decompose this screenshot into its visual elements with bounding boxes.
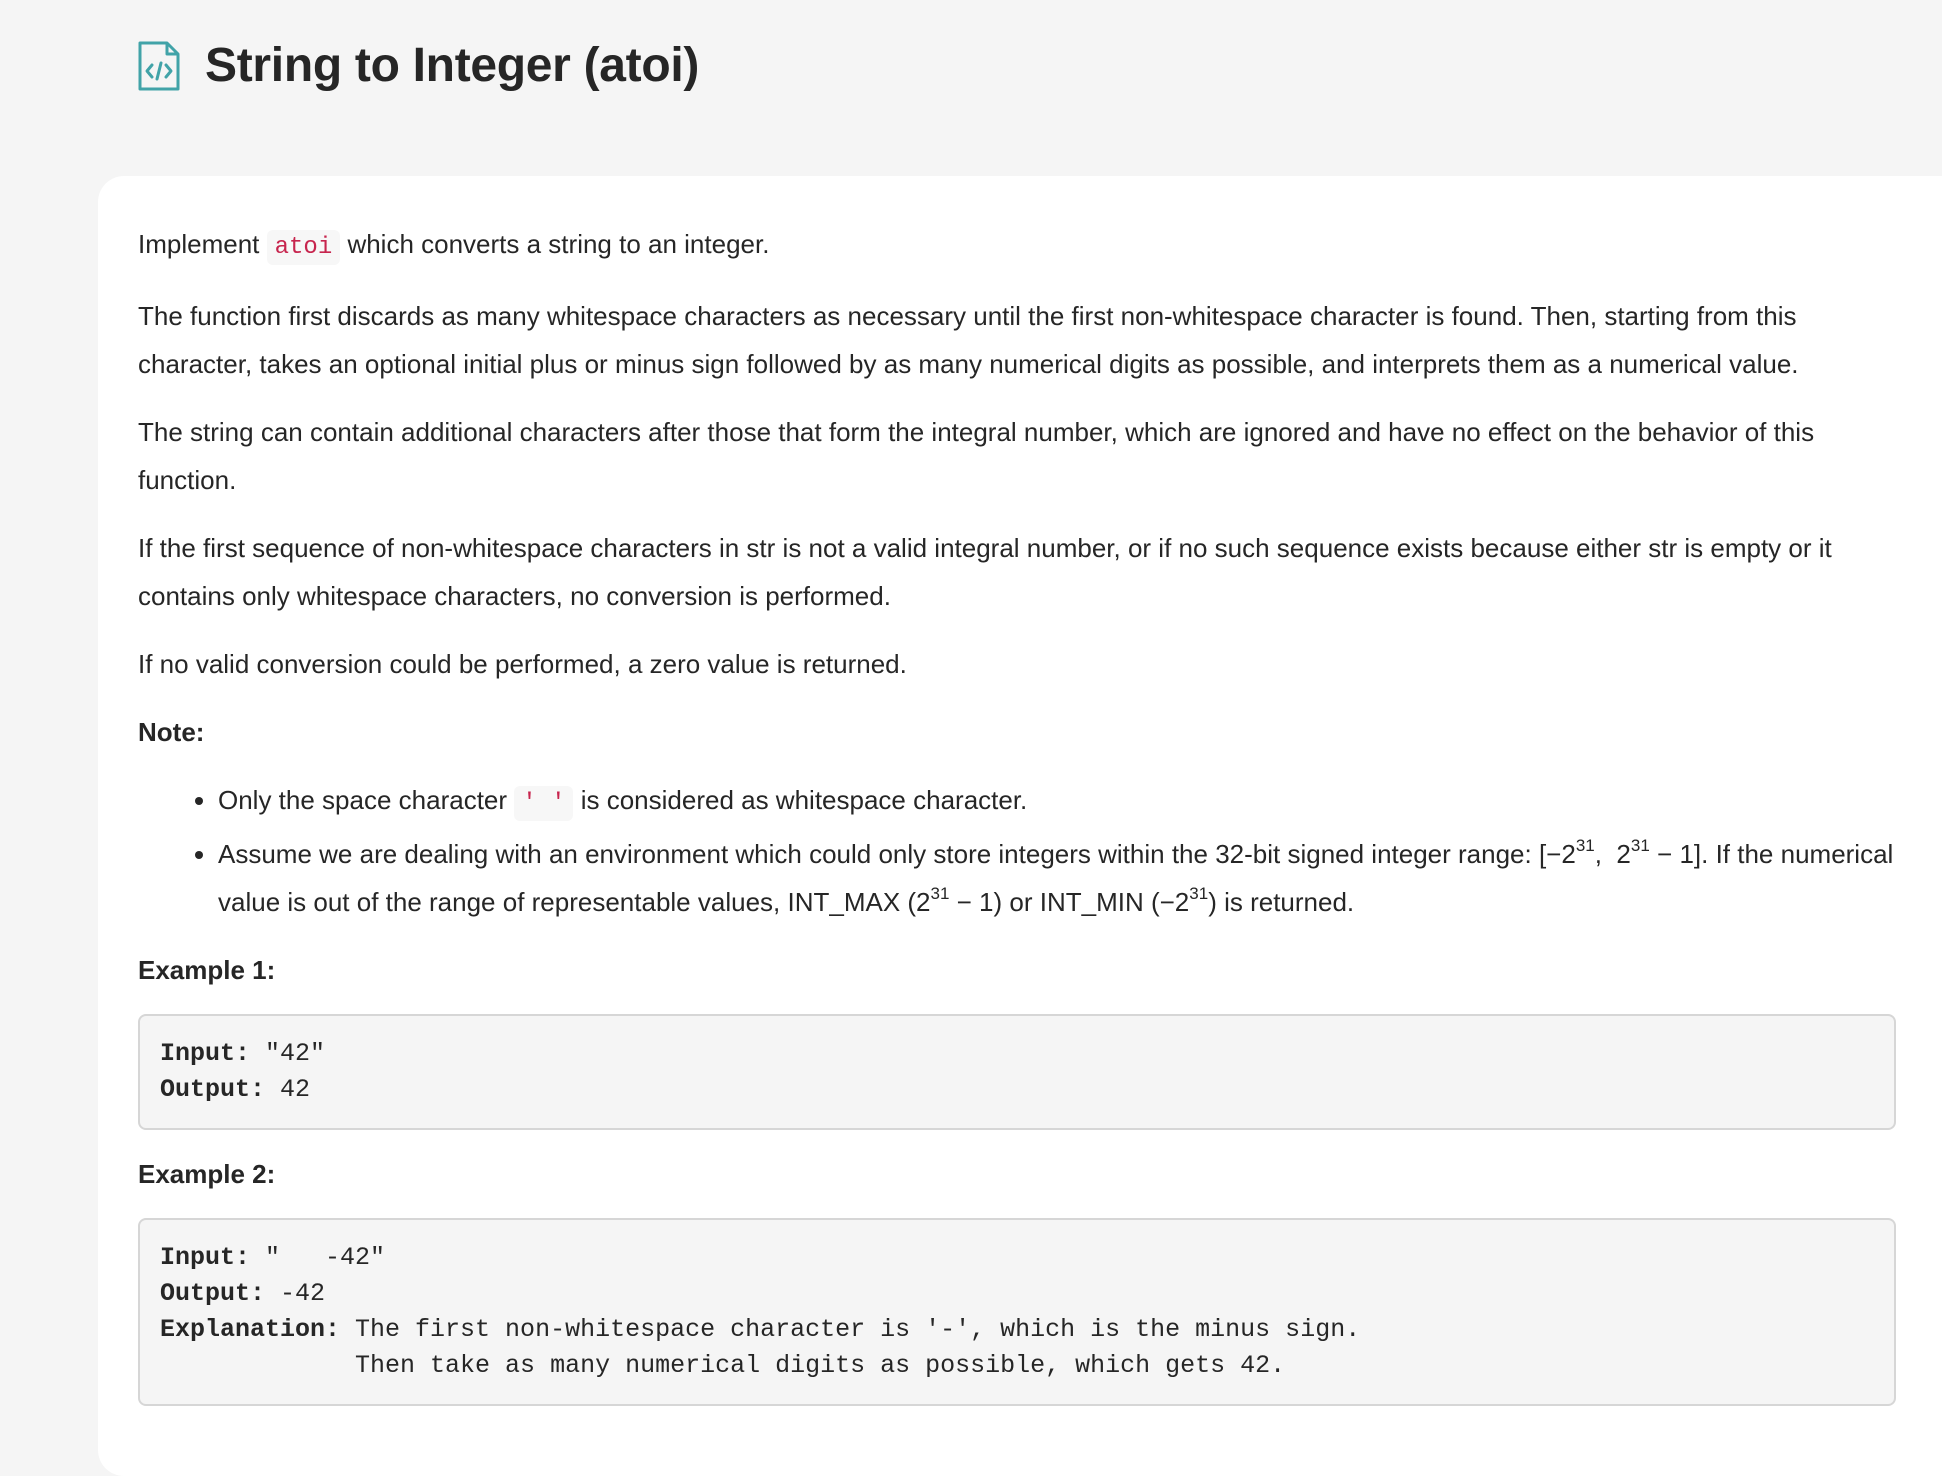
note-item-text: − 1) or INT_MIN (−2 bbox=[949, 887, 1190, 917]
exponent: 31 bbox=[1630, 836, 1650, 856]
note-item-text: Only the space character bbox=[218, 785, 515, 815]
input-label: Input: bbox=[160, 1039, 251, 1068]
example-1-codeblock: Input: "42" Output: 42 bbox=[138, 1014, 1896, 1130]
explanation-label: Explanation: bbox=[160, 1315, 341, 1344]
note-item-text: Assume we are dealing with an environmen… bbox=[218, 839, 1576, 869]
example-1-heading: Example 1: bbox=[138, 955, 276, 985]
explanation-line-2: Then take as many numerical digits as po… bbox=[160, 1351, 1286, 1380]
problem-header: String to Integer (atoi) bbox=[137, 38, 699, 93]
space-char-inline-code: ' ' bbox=[514, 786, 574, 821]
example-2-codeblock: Input: " -42" Output: -42 Explanation: T… bbox=[138, 1218, 1896, 1406]
note-item-whitespace: Only the space character ' ' is consider… bbox=[218, 776, 1896, 828]
output-label: Output: bbox=[160, 1279, 266, 1308]
input-value: "42" bbox=[250, 1039, 326, 1068]
page-title: String to Integer (atoi) bbox=[205, 39, 700, 92]
output-value: 42 bbox=[265, 1075, 311, 1104]
note-heading: Note: bbox=[138, 717, 205, 747]
input-value: " -42" bbox=[250, 1243, 386, 1272]
exponent: 31 bbox=[930, 884, 950, 904]
problem-content: Implement atoi which converts a string t… bbox=[138, 220, 1896, 1426]
output-label: Output: bbox=[160, 1075, 266, 1104]
intro-text-after: which converts a string to an integer. bbox=[340, 229, 770, 259]
description-paragraph-1: The function first discards as many whit… bbox=[138, 301, 1799, 379]
note-item-text: , 2 bbox=[1594, 839, 1631, 869]
intro-text-before: Implement bbox=[138, 229, 267, 259]
description-paragraph-3: If the first sequence of non-whitespace … bbox=[138, 533, 1832, 611]
output-value: -42 bbox=[265, 1279, 326, 1308]
input-label: Input: bbox=[160, 1243, 251, 1272]
example-2-heading: Example 2: bbox=[138, 1159, 276, 1189]
description-paragraph-4: If no valid conversion could be performe… bbox=[138, 649, 907, 679]
note-list: Only the space character ' ' is consider… bbox=[138, 776, 1896, 926]
note-item-range: Assume we are dealing with an environmen… bbox=[218, 830, 1896, 926]
exponent: 31 bbox=[1189, 884, 1209, 904]
note-item-text: is considered as whitespace character. bbox=[573, 785, 1028, 815]
note-item-text: ) is returned. bbox=[1208, 887, 1355, 917]
explanation-line-1: The first non-whitespace character is '-… bbox=[340, 1315, 1361, 1344]
exponent: 31 bbox=[1575, 836, 1595, 856]
file-code-icon bbox=[138, 41, 180, 90]
intro-paragraph: Implement atoi which converts a string t… bbox=[138, 220, 1896, 272]
description-paragraph-2: The string can contain additional charac… bbox=[138, 417, 1815, 495]
problem-description-card: Implement atoi which converts a string t… bbox=[98, 176, 1942, 1476]
atoi-inline-code: atoi bbox=[266, 230, 341, 265]
